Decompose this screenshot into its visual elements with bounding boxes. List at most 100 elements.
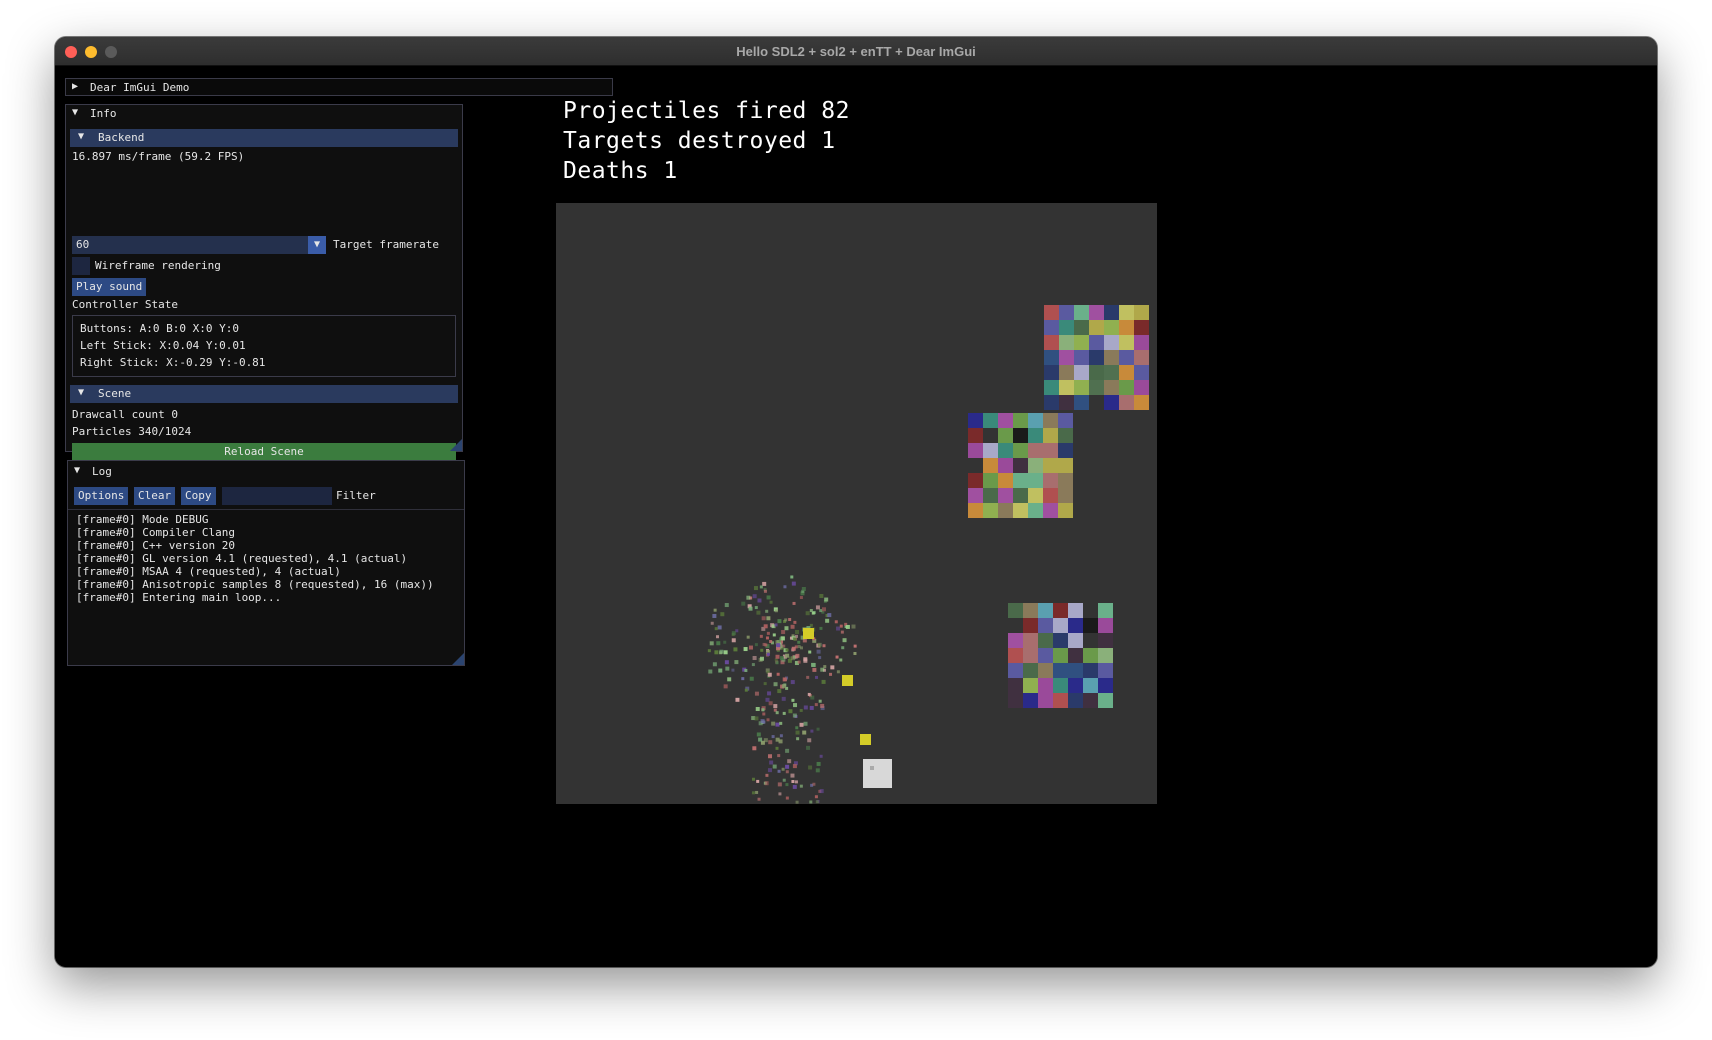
wireframe-checkbox[interactable] — [72, 257, 90, 275]
target-tile — [1074, 320, 1089, 335]
target-tile — [968, 413, 983, 428]
target-tile — [1058, 413, 1073, 428]
particle — [810, 729, 814, 733]
expand-arrow-icon[interactable]: ▶ — [72, 81, 78, 92]
particle — [755, 706, 760, 711]
particle — [769, 600, 773, 604]
particle — [781, 767, 785, 771]
scene-section-header[interactable]: ▼ Scene — [70, 385, 458, 403]
target-tile — [1023, 633, 1038, 648]
target-tile — [998, 458, 1013, 473]
particle — [775, 722, 780, 727]
particle — [784, 626, 789, 631]
particle — [840, 630, 844, 634]
target-tile — [1134, 320, 1149, 335]
projectile — [842, 675, 853, 686]
particle — [783, 585, 787, 589]
target-tile — [968, 473, 983, 488]
target-tile — [968, 488, 983, 503]
collapse-arrow-icon[interactable]: ▼ — [72, 107, 78, 118]
target-tile — [1104, 395, 1119, 410]
target-tile — [1013, 503, 1028, 518]
log-copy-button[interactable]: Copy — [181, 487, 216, 505]
target-tile — [1059, 350, 1074, 365]
target-tile — [1028, 488, 1043, 503]
target-tile — [1134, 395, 1149, 410]
particle — [839, 658, 843, 662]
log-clear-button[interactable]: Clear — [134, 487, 176, 505]
particle — [819, 593, 824, 598]
resize-grip-icon[interactable] — [450, 439, 462, 451]
target-tile — [983, 458, 998, 473]
log-divider — [68, 509, 464, 510]
particle — [763, 624, 768, 629]
particle — [818, 656, 822, 660]
particle — [760, 648, 764, 652]
particle — [777, 782, 782, 787]
target-tile — [1083, 678, 1098, 693]
target-tile — [1028, 458, 1043, 473]
particle — [791, 656, 796, 661]
particle — [771, 735, 775, 739]
particle — [819, 626, 823, 630]
collapse-arrow-icon[interactable]: ▼ — [74, 465, 80, 476]
info-window-titlebar[interactable]: ▼ Info — [66, 105, 462, 123]
controller-state-box: Buttons: A:0 B:0 X:0 Y:0 Left Stick: X:0… — [72, 315, 456, 377]
target-tile — [1083, 663, 1098, 678]
particle — [768, 701, 773, 706]
particle — [751, 791, 755, 795]
target-tile — [1044, 305, 1059, 320]
particle — [800, 646, 804, 650]
particle — [807, 692, 811, 696]
target-tile — [1119, 305, 1134, 320]
particle — [751, 777, 755, 781]
target-tile — [1089, 380, 1104, 395]
target-tile — [998, 503, 1013, 518]
target-tile — [1028, 473, 1043, 488]
player-eye — [870, 766, 874, 770]
player-ship — [863, 759, 892, 788]
framerate-value: 60 — [76, 238, 90, 251]
particle — [790, 624, 795, 629]
particle — [799, 784, 803, 788]
particle — [839, 624, 843, 628]
particle — [714, 650, 719, 655]
projectile — [860, 734, 871, 745]
target-tile — [1089, 305, 1104, 320]
target-tile — [1043, 473, 1058, 488]
log-output[interactable]: [frame#0] Mode DEBUG [frame#0] Compiler … — [76, 513, 434, 604]
target-tile — [1044, 380, 1059, 395]
target-tile — [1043, 413, 1058, 428]
log-options-button[interactable]: Options — [74, 487, 129, 505]
backend-section-header[interactable]: ▼ Backend — [70, 129, 458, 147]
particle — [760, 719, 765, 724]
target-tile — [1098, 663, 1113, 678]
log-line: [frame#0] MSAA 4 (requested), 4 (actual) — [76, 565, 341, 578]
particle — [731, 668, 735, 672]
particle — [776, 643, 781, 648]
controller-right-stick-text: Right Stick: X:-0.29 Y:-0.81 — [80, 356, 266, 369]
resize-grip-icon[interactable] — [452, 653, 464, 665]
particle — [791, 780, 795, 784]
play-sound-button[interactable]: Play sound — [72, 278, 147, 296]
particle — [797, 660, 801, 664]
title-bar[interactable]: Hello SDL2 + sol2 + enTT + Dear ImGui — [55, 37, 1657, 66]
chevron-down-icon[interactable]: ▼ — [308, 236, 326, 254]
log-line: [frame#0] Compiler Clang — [76, 526, 235, 539]
target-tile — [1134, 380, 1149, 395]
particle — [792, 713, 797, 718]
imgui-demo-window-collapsed[interactable]: ▶ Dear ImGui Demo — [65, 78, 613, 96]
particle — [707, 649, 711, 653]
reload-scene-button[interactable]: Reload Scene — [72, 443, 456, 461]
particle — [819, 609, 823, 613]
game-viewport[interactable] — [556, 203, 1157, 804]
framerate-combo[interactable]: 60 ▼ — [72, 236, 326, 254]
log-filter-input[interactable] — [222, 487, 332, 505]
target-tile — [1038, 693, 1053, 708]
log-window-titlebar[interactable]: ▼ Log — [68, 463, 464, 481]
target-tile — [1089, 365, 1104, 380]
particle — [753, 586, 758, 591]
particle — [816, 761, 821, 766]
target-tile — [1104, 320, 1119, 335]
target-tile — [1119, 335, 1134, 350]
